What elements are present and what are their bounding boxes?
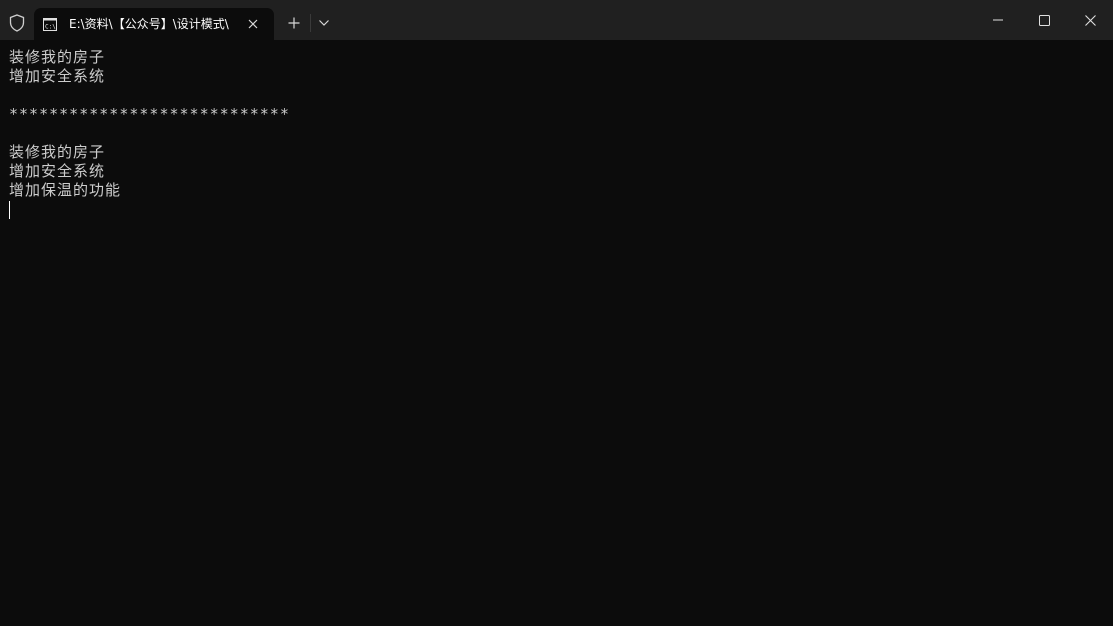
plus-icon[interactable] <box>283 12 305 34</box>
console-line: 装修我的房子 <box>9 48 106 66</box>
console-line: 增加保温的功能 <box>9 181 122 199</box>
shield-icon[interactable] <box>6 12 28 34</box>
console-output[interactable]: 装修我的房子 增加安全系统 **************************… <box>9 48 1104 618</box>
svg-text:C:\: C:\ <box>45 24 56 31</box>
chevron-down-icon[interactable] <box>313 12 335 34</box>
console-line: 增加安全系统 <box>9 67 106 85</box>
text-cursor <box>9 201 10 219</box>
console-line: **************************** <box>9 105 290 123</box>
cursor-line <box>9 200 1104 219</box>
close-icon[interactable] <box>1067 0 1113 40</box>
terminal-window: C:\ E:\资料\【公众号】\设计模式\ 装修我的房子 增加安全系统 ****… <box>0 0 1113 626</box>
tab-separator <box>310 14 311 32</box>
terminal-icon: C:\ <box>43 16 57 31</box>
console-line: 装修我的房子 <box>9 143 106 161</box>
close-tab-icon[interactable] <box>244 15 262 33</box>
title-bar: C:\ E:\资料\【公众号】\设计模式\ <box>0 0 1113 40</box>
minimize-icon[interactable] <box>975 0 1021 40</box>
tab-active[interactable]: C:\ E:\资料\【公众号】\设计模式\ <box>34 8 274 40</box>
console-line: 增加安全系统 <box>9 162 106 180</box>
maximize-icon[interactable] <box>1021 0 1067 40</box>
tab-title: E:\资料\【公众号】\设计模式\ <box>69 17 229 31</box>
